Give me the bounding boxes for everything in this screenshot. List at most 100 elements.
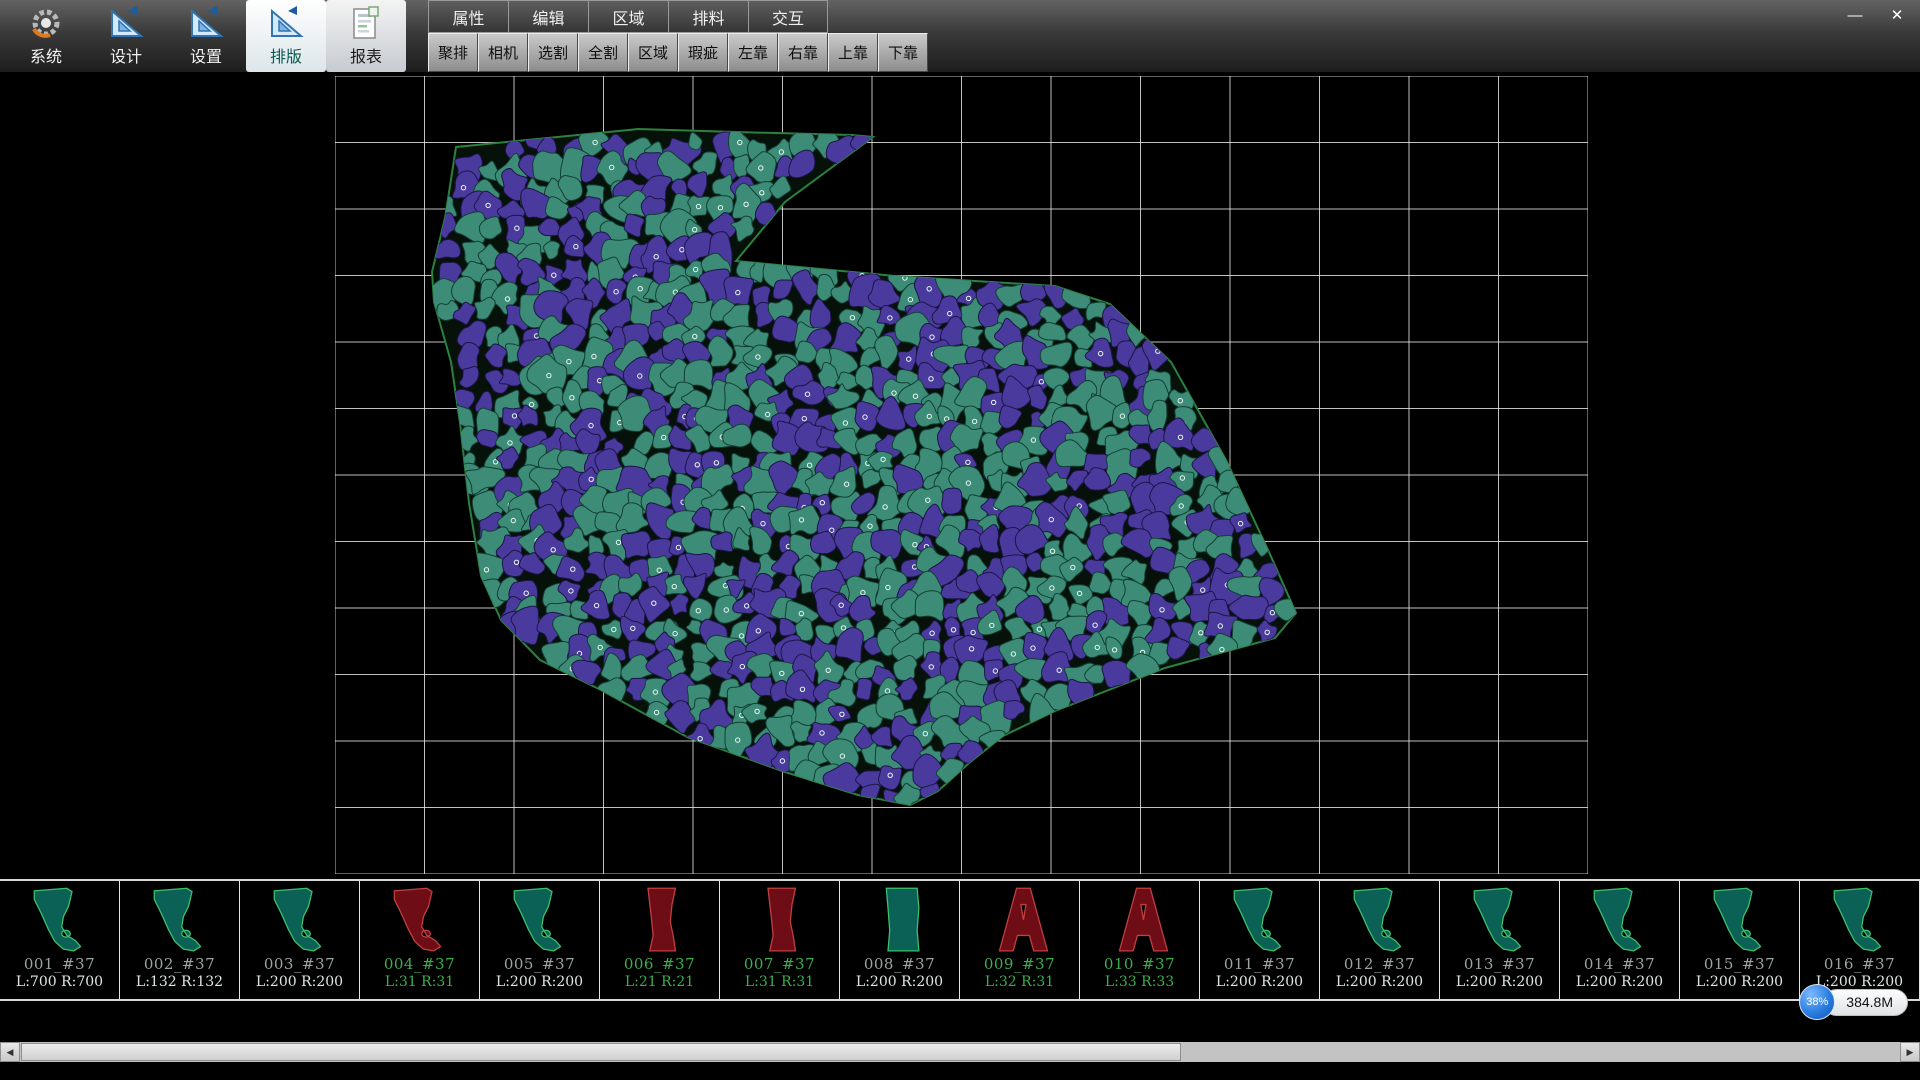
piece-shape (854, 884, 946, 956)
scroll-left-arrow[interactable]: ◀ (0, 1042, 20, 1062)
piece-lr-count: L:200 R:200 (1696, 973, 1783, 991)
piece-label: 002_#37 (144, 956, 215, 973)
app-button-2[interactable]: 设计 (86, 0, 166, 72)
piece-thumbnail-13[interactable]: 013_#37L:200 R:200 (1440, 881, 1560, 999)
piece-shape (974, 884, 1066, 956)
piece-label: 010_#37 (1104, 956, 1175, 973)
tool-button-6[interactable]: 瑕疵 (678, 33, 728, 72)
piece-thumbnail-1[interactable]: 001_#37L:700 R:700 (0, 881, 120, 999)
piece-lr-count: L:200 R:200 (856, 973, 943, 991)
piece-lr-count: L:200 R:200 (1216, 973, 1303, 991)
piece-thumbnail-4[interactable]: 004_#37L:31 R:31 (360, 881, 480, 999)
piece-label: 004_#37 (384, 956, 455, 973)
piece-thumbnail-2[interactable]: 002_#37L:132 R:132 (120, 881, 240, 999)
piece-thumbnail-strip: 001_#37L:700 R:700002_#37L:132 R:132003_… (0, 879, 1920, 1001)
app-window: 系统设计设置排版报表 属性编辑区域排料交互 聚排相机选割全割区域瑕疵左靠右靠上靠… (0, 0, 1920, 1080)
piece-thumbnail-9[interactable]: 009_#37L:32 R:31 (960, 881, 1080, 999)
piece-thumbnail-11[interactable]: 011_#37L:200 R:200 (1200, 881, 1320, 999)
piece-thumbnail-7[interactable]: 007_#37L:31 R:31 (720, 881, 840, 999)
piece-lr-count: L:700 R:700 (16, 973, 103, 991)
ruler-icon (188, 5, 224, 41)
tool-button-3[interactable]: 选割 (528, 33, 578, 72)
piece-shape (14, 884, 106, 956)
app-button-5[interactable]: 报表 (326, 0, 406, 72)
ruler-icon (108, 5, 144, 41)
piece-shape (614, 884, 706, 956)
tool-button-5[interactable]: 区域 (628, 33, 678, 72)
piece-thumbnail-14[interactable]: 014_#37L:200 R:200 (1560, 881, 1680, 999)
piece-label: 011_#37 (1224, 956, 1295, 973)
tool-button-7[interactable]: 左靠 (728, 33, 778, 72)
piece-label: 013_#37 (1464, 956, 1535, 973)
piece-thumbnail-5[interactable]: 005_#37L:200 R:200 (480, 881, 600, 999)
piece-label: 014_#37 (1584, 956, 1655, 973)
piece-lr-count: L:200 R:200 (496, 973, 583, 991)
piece-lr-count: L:33 R:33 (1105, 973, 1174, 991)
piece-thumbnail-15[interactable]: 015_#37L:200 R:200 (1680, 881, 1800, 999)
menu-area: 属性编辑区域排料交互 聚排相机选割全割区域瑕疵左靠右靠上靠下靠 (428, 0, 928, 72)
piece-lr-count: L:200 R:200 (1576, 973, 1663, 991)
piece-thumbnail-8[interactable]: 008_#37L:200 R:200 (840, 881, 960, 999)
menu-tab-5[interactable]: 交互 (748, 0, 828, 33)
piece-shape (1334, 884, 1426, 956)
piece-lr-count: L:200 R:200 (256, 973, 343, 991)
minimize-button[interactable]: — (1842, 5, 1868, 25)
piece-lr-count: L:31 R:31 (385, 973, 454, 991)
piece-label: 003_#37 (264, 956, 335, 973)
piece-label: 015_#37 (1704, 956, 1775, 973)
tool-button-8[interactable]: 右靠 (778, 33, 828, 72)
piece-label: 009_#37 (984, 956, 1055, 973)
piece-shape (1694, 884, 1786, 956)
app-button-bar: 系统 设计 设置 排版 报表 (0, 0, 406, 72)
menu-tab-4[interactable]: 排料 (668, 0, 748, 33)
piece-thumbnail-10[interactable]: 010_#37L:33 R:33 (1080, 881, 1200, 999)
piece-shape (734, 884, 826, 956)
piece-thumbnail-12[interactable]: 012_#37L:200 R:200 (1320, 881, 1440, 999)
app-button-label: 系统 (30, 43, 62, 67)
tool-button-1[interactable]: 聚排 (428, 33, 478, 72)
tool-button-4[interactable]: 全割 (578, 33, 628, 72)
piece-shape (1094, 884, 1186, 956)
menu-tab-2[interactable]: 编辑 (508, 0, 588, 33)
ribbon: 系统设计设置排版报表 属性编辑区域排料交互 聚排相机选割全割区域瑕疵左靠右靠上靠… (0, 0, 1920, 72)
tool-button-2[interactable]: 相机 (478, 33, 528, 72)
close-button[interactable]: ✕ (1884, 5, 1910, 25)
piece-lr-count: L:31 R:31 (745, 973, 814, 991)
app-button-label: 设置 (190, 43, 222, 67)
piece-shape (1214, 884, 1306, 956)
piece-shape (1454, 884, 1546, 956)
piece-lr-count: L:200 R:200 (1336, 973, 1423, 991)
app-button-label: 设计 (110, 43, 142, 67)
piece-lr-count: L:21 R:21 (625, 973, 694, 991)
piece-label: 005_#37 (504, 956, 575, 973)
app-button-4[interactable]: 排版 (246, 0, 326, 72)
menu-tab-3[interactable]: 区域 (588, 0, 668, 33)
menu-tab-1[interactable]: 属性 (428, 0, 508, 33)
nesting-workspace[interactable] (0, 72, 1920, 879)
piece-thumbnail-6[interactable]: 006_#37L:21 R:21 (600, 881, 720, 999)
tool-button-bar: 聚排相机选割全割区域瑕疵左靠右靠上靠下靠 (428, 33, 928, 72)
scroll-right-arrow[interactable]: ▶ (1900, 1042, 1920, 1062)
gear-icon (28, 5, 64, 41)
app-button-label: 排版 (270, 43, 302, 67)
piece-lr-count: L:132 R:132 (136, 973, 223, 991)
piece-label: 006_#37 (624, 956, 695, 973)
scrollbar-thumb[interactable] (21, 1043, 1181, 1061)
report-icon (348, 5, 384, 41)
piece-thumbnail-3[interactable]: 003_#37L:200 R:200 (240, 881, 360, 999)
status-badges: 38% 384.8M (1799, 984, 1908, 1020)
ruler-icon (268, 5, 304, 41)
piece-shape (1814, 884, 1906, 956)
menu-tab-bar: 属性编辑区域排料交互 (428, 0, 928, 33)
app-button-1[interactable]: 系统 (6, 0, 86, 72)
tool-button-10[interactable]: 下靠 (878, 33, 928, 72)
nest-canvas-svg[interactable] (335, 76, 1588, 874)
piece-thumbnail-16[interactable]: 016_#37L:200 R:200 (1800, 881, 1920, 999)
app-button-label: 报表 (350, 43, 382, 67)
piece-label: 012_#37 (1344, 956, 1415, 973)
window-controls: — ✕ (1842, 5, 1910, 25)
app-button-3[interactable]: 设置 (166, 0, 246, 72)
piece-label: 007_#37 (744, 956, 815, 973)
horizontal-scrollbar[interactable]: ◀ ▶ (0, 1042, 1920, 1062)
tool-button-9[interactable]: 上靠 (828, 33, 878, 72)
